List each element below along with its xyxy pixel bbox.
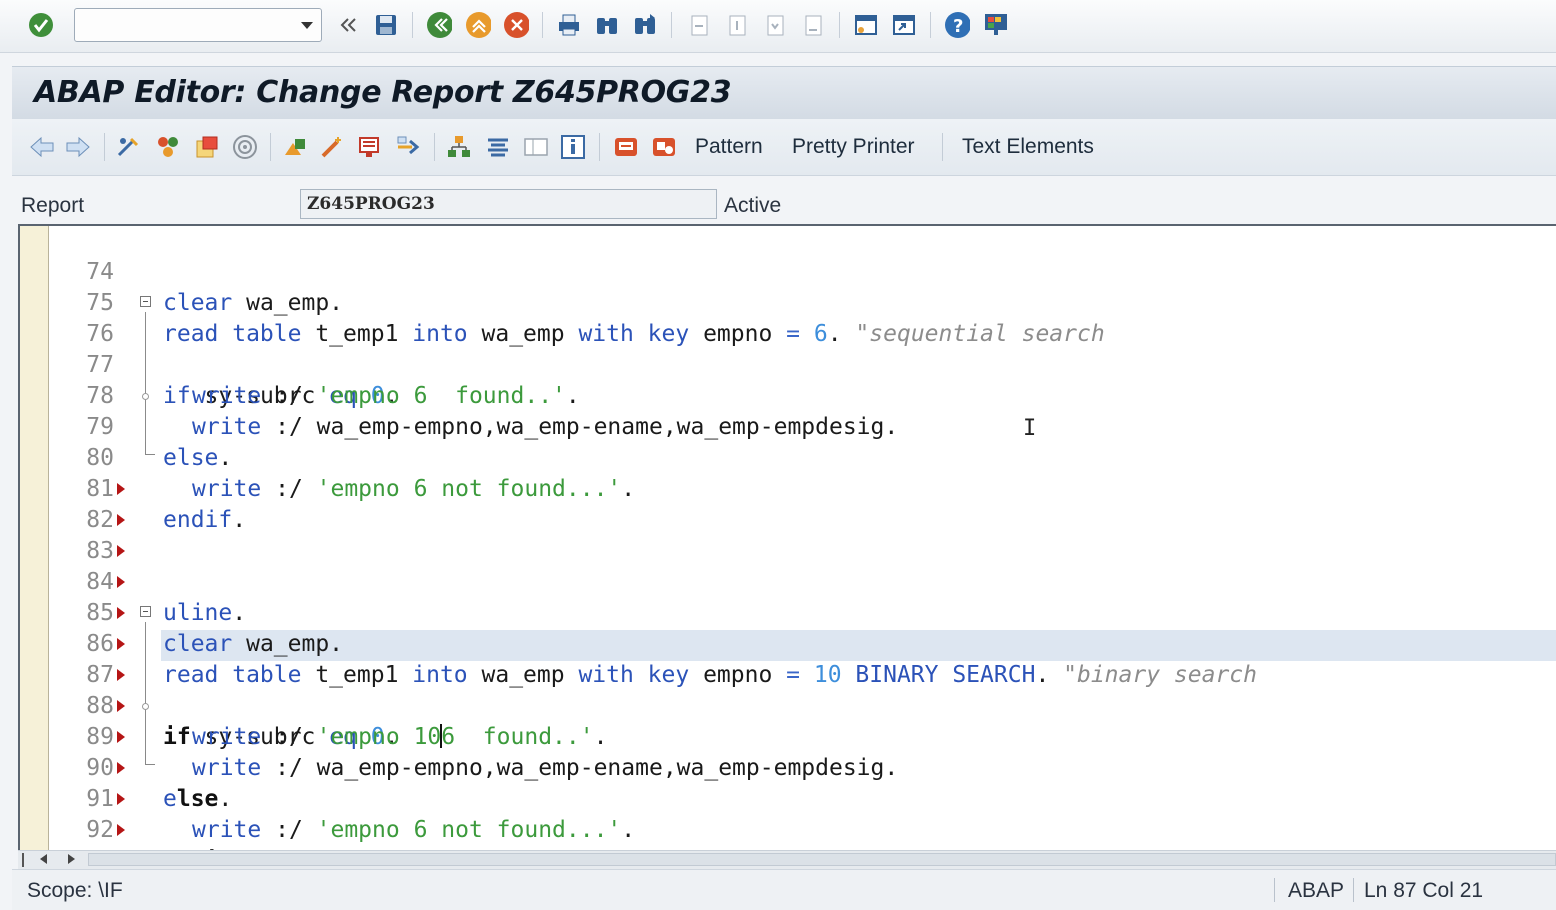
enter-checkmark-icon[interactable] <box>28 12 54 38</box>
shortcut-icon[interactable] <box>891 12 917 38</box>
cursor-position: Ln 87 Col 21 <box>1364 879 1484 902</box>
scroll-right-icon[interactable] <box>68 854 75 864</box>
language-indicator: ABAP <box>1288 879 1345 902</box>
change-marker-icon <box>117 545 125 557</box>
code-line[interactable]: 83 uline. <box>20 505 1556 626</box>
arrow-right-icon[interactable] <box>64 133 92 161</box>
report-status: Active <box>724 194 782 217</box>
text-elements-button[interactable]: Text Elements <box>962 135 1094 159</box>
external-breakpoint-icon[interactable] <box>650 133 678 161</box>
status-bar: Scope: \IF ABAP Ln 87 Col 21 <box>12 869 1556 910</box>
horizontal-scrollbar[interactable] <box>18 850 1556 869</box>
customize-layout-icon[interactable] <box>982 12 1008 38</box>
last-page-icon[interactable] <box>800 12 826 38</box>
help-icon[interactable]: ? <box>944 12 970 38</box>
cancel-icon[interactable] <box>503 12 529 38</box>
svg-text:?: ? <box>953 16 963 37</box>
scrollbar-thumb[interactable] <box>88 853 1556 866</box>
report-name-field[interactable]: Z645PROG23 <box>300 189 717 219</box>
application-toolbar: Pattern Pretty Printer Text Elements <box>12 119 1556 176</box>
code-line[interactable]: 84 clear wa_emp. <box>20 536 1556 657</box>
code-line[interactable]: 85 read table t_emp1 into wa_emp with ke… <box>20 567 1556 688</box>
next-page-icon[interactable] <box>762 12 788 38</box>
code-line[interactable]: 79 else. <box>20 381 1556 471</box>
title-bar: ABAP Editor: Change Report Z645PROG23 <box>12 66 1556 119</box>
first-page-icon[interactable] <box>686 12 712 38</box>
save-icon[interactable] <box>373 12 399 38</box>
stack-icon[interactable] <box>484 133 512 161</box>
code-line[interactable]: 91 endif. <box>20 753 1556 850</box>
ibeam-cursor-icon: I <box>1023 416 1037 441</box>
code-line[interactable]: 78 write :/ wa_emp-empno,wa_emp-ename,wa… <box>20 350 1556 440</box>
code-line[interactable]: 88 write :/ wa_emp-empno,wa_emp-ename,wa… <box>20 660 1556 781</box>
change-marker-icon <box>117 638 125 650</box>
scroll-start-mark <box>22 853 24 867</box>
other-object-icon[interactable] <box>193 133 221 161</box>
change-marker-icon <box>117 576 125 588</box>
code-line[interactable]: 76 if sy-subrc eq 0. <box>20 288 1556 409</box>
code-line[interactable]: 93 <box>20 815 1556 850</box>
navigate-icon[interactable] <box>394 133 422 161</box>
code-line[interactable]: 77 write :/ 'empno 6 found..'. <box>20 319 1556 409</box>
code-line[interactable]: 80 write :/ 'empno 6 not found...'. <box>20 412 1556 502</box>
back-icon[interactable] <box>426 12 452 38</box>
code-line[interactable]: 92 <box>20 784 1556 843</box>
pretty-printer-button[interactable]: Pretty Printer <box>792 135 915 159</box>
page-title: ABAP Editor: Change Report Z645PROG23 <box>34 75 732 110</box>
change-marker-icon <box>117 762 125 774</box>
change-marker-icon <box>117 793 125 805</box>
fullscreen-icon[interactable] <box>522 133 550 161</box>
display-change-icon[interactable] <box>115 133 143 161</box>
code-editor[interactable]: 74 clear wa_emp. 75 read table t_emp1 in… <box>18 224 1556 850</box>
code-line[interactable]: 89 else. <box>20 691 1556 812</box>
change-marker-icon <box>117 700 125 712</box>
activate-wand-icon[interactable] <box>318 133 346 161</box>
fold-toggle-icon[interactable] <box>140 606 151 617</box>
code-line[interactable]: 74 clear wa_emp. <box>20 226 1556 316</box>
find-next-icon[interactable] <box>632 12 658 38</box>
new-session-icon[interactable] <box>853 12 879 38</box>
change-marker-icon <box>117 669 125 681</box>
arrow-left-icon[interactable] <box>28 133 56 161</box>
find-icon[interactable] <box>594 12 620 38</box>
exit-icon[interactable] <box>465 12 491 38</box>
change-marker-icon <box>117 607 125 619</box>
report-label: Report <box>21 194 85 217</box>
object-list-icon[interactable] <box>445 133 473 161</box>
change-marker-icon <box>117 514 125 526</box>
set-breakpoint-icon[interactable] <box>612 133 640 161</box>
change-marker-icon <box>117 731 125 743</box>
code-line[interactable]: 75 read table t_emp1 into wa_emp with ke… <box>20 257 1556 347</box>
chevron-down-icon[interactable] <box>301 22 313 29</box>
code-line[interactable]: 86 if sy-subrc eq 0. <box>20 598 1556 750</box>
code-line[interactable]: 82 <box>20 474 1556 533</box>
code-line[interactable]: 81 endif. <box>20 443 1556 533</box>
test-execute-icon[interactable] <box>356 133 384 161</box>
scope-indicator: Scope: \IF <box>27 879 123 902</box>
code-line-current[interactable]: 87 write :/ 'empno 106 found..'. <box>20 629 1556 750</box>
active-inactive-icon[interactable] <box>154 133 182 161</box>
previous-page-icon[interactable] <box>724 12 750 38</box>
double-chevron-left-icon[interactable] <box>334 12 360 38</box>
scroll-left-icon[interactable] <box>40 854 47 864</box>
command-field[interactable] <box>74 8 322 42</box>
pattern-button[interactable]: Pattern <box>695 135 763 159</box>
info-icon[interactable] <box>559 133 587 161</box>
change-marker-icon <box>117 824 125 836</box>
code-line[interactable]: 90 write :/ 'empno 6 not found...'. <box>20 722 1556 843</box>
change-marker-icon <box>117 483 125 495</box>
check-icon[interactable] <box>281 133 309 161</box>
where-used-icon[interactable] <box>231 133 259 161</box>
system-toolbar: ? <box>0 0 1556 53</box>
fold-toggle-icon[interactable] <box>140 296 151 307</box>
print-icon[interactable] <box>556 12 582 38</box>
